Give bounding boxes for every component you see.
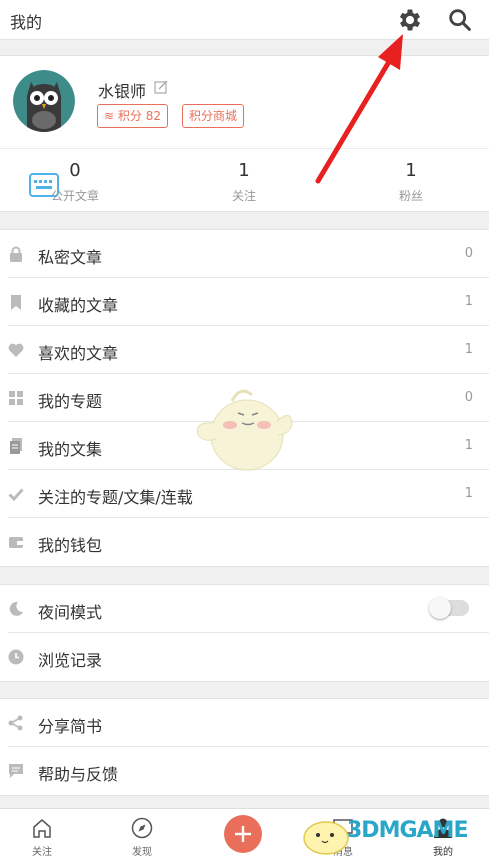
username[interactable]: 水银师 bbox=[98, 78, 146, 102]
tab-label: 关注 bbox=[32, 847, 52, 858]
page-title: 我的 bbox=[10, 13, 43, 32]
top-bar: 我的 bbox=[0, 0, 489, 40]
toggle-knob bbox=[429, 597, 451, 619]
create-article-button[interactable] bbox=[224, 815, 262, 853]
home-icon bbox=[33, 819, 51, 838]
menu-item-share[interactable]: 分享简书 bbox=[8, 699, 489, 747]
moon-icon bbox=[9, 601, 23, 616]
avatar[interactable] bbox=[13, 70, 75, 132]
plus-icon bbox=[235, 826, 251, 842]
menu-item-count: 1 bbox=[464, 486, 473, 501]
profile-card: 水银师 ≋ 积分 82 积分商城 0 公开文章 1 关注 1 粉丝 bbox=[0, 55, 489, 212]
stat-followers-value: 1 bbox=[405, 160, 417, 181]
menu-item-label: 关注的专题/文集/连载 bbox=[38, 488, 193, 507]
menu-item-label: 喜欢的文章 bbox=[38, 344, 119, 363]
feedback-icon bbox=[9, 764, 23, 778]
grid-icon bbox=[9, 391, 23, 405]
points-shop-button[interactable]: 积分商城 bbox=[182, 104, 245, 128]
menu-item-count: 0 bbox=[464, 390, 473, 405]
menu-item-label: 私密文章 bbox=[38, 248, 103, 267]
menu-item-count: 0 bbox=[464, 246, 473, 261]
watermark-text: 3DMGAME bbox=[347, 818, 468, 843]
night-mode-toggle[interactable] bbox=[429, 597, 469, 619]
share-icon bbox=[8, 715, 23, 731]
menu-item-label: 我的钱包 bbox=[38, 536, 103, 555]
divider bbox=[0, 148, 489, 149]
stat-articles-value: 0 bbox=[69, 160, 81, 181]
stat-articles-label: 公开文章 bbox=[50, 189, 99, 203]
stat-followers[interactable]: 1 粉丝 bbox=[336, 160, 486, 204]
settings-gear-icon[interactable] bbox=[396, 6, 424, 34]
menu-item-label: 收藏的文章 bbox=[38, 296, 119, 315]
points-badge[interactable]: ≋ 积分 82 bbox=[97, 104, 168, 128]
menu-item-label: 帮助与反馈 bbox=[38, 765, 119, 784]
menu-item-private-articles[interactable]: 私密文章 0 bbox=[8, 230, 489, 278]
check-icon bbox=[8, 488, 24, 502]
notebook-icon bbox=[10, 438, 22, 454]
menu-item-label: 夜间模式 bbox=[38, 603, 103, 622]
menu-item-count: 1 bbox=[464, 342, 473, 357]
points-shop-label: 积分商城 bbox=[189, 109, 238, 123]
stat-following-label: 关注 bbox=[231, 189, 256, 203]
menu-item-help-feedback[interactable]: 帮助与反馈 bbox=[8, 747, 489, 795]
menu-item-night-mode[interactable]: 夜间模式 bbox=[8, 585, 489, 633]
mascot-sticker bbox=[196, 389, 293, 471]
clock-icon bbox=[8, 649, 24, 665]
menu-item-history[interactable]: 浏览记录 bbox=[8, 633, 489, 681]
stat-following-value: 1 bbox=[238, 160, 250, 181]
tab-follow[interactable]: 关注 bbox=[2, 809, 82, 858]
compass-icon bbox=[131, 817, 153, 839]
menu-item-followed-collections[interactable]: 关注的专题/文集/连载 1 bbox=[8, 470, 489, 518]
menu-section-misc: 分享简书 帮助与反馈 bbox=[0, 698, 489, 796]
points-badge-label: 积分 82 bbox=[117, 109, 161, 123]
menu-item-liked-articles[interactable]: 喜欢的文章 1 bbox=[8, 326, 489, 374]
menu-item-label: 浏览记录 bbox=[38, 651, 103, 670]
bookmark-icon bbox=[11, 295, 21, 310]
tab-label: 发现 bbox=[132, 847, 152, 858]
menu-item-label: 分享简书 bbox=[38, 717, 103, 736]
edit-icon[interactable] bbox=[154, 80, 168, 94]
stat-articles[interactable]: 0 公开文章 bbox=[0, 160, 150, 204]
stat-following[interactable]: 1 关注 bbox=[169, 160, 319, 204]
search-icon[interactable] bbox=[446, 6, 474, 34]
menu-item-wallet[interactable]: 我的钱包 bbox=[8, 518, 489, 566]
coins-icon: ≋ bbox=[104, 109, 115, 123]
menu-item-label: 我的专题 bbox=[38, 392, 103, 411]
wallet-icon bbox=[9, 537, 23, 548]
heart-icon bbox=[8, 343, 24, 357]
stat-followers-label: 粉丝 bbox=[398, 189, 423, 203]
lock-icon bbox=[10, 246, 22, 262]
menu-item-bookmarked-articles[interactable]: 收藏的文章 1 bbox=[8, 278, 489, 326]
menu-section-settings: 夜间模式 浏览记录 bbox=[0, 584, 489, 682]
menu-item-count: 1 bbox=[464, 438, 473, 453]
tab-label: 我的 bbox=[433, 847, 453, 858]
tab-discover[interactable]: 发现 bbox=[102, 809, 182, 858]
menu-item-count: 1 bbox=[464, 294, 473, 309]
menu-item-label: 我的文集 bbox=[38, 440, 103, 459]
